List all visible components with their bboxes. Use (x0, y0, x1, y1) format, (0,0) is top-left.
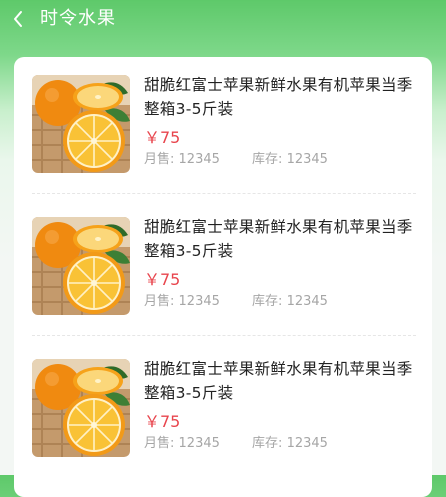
divider (32, 335, 416, 336)
sales-label: 月售: (144, 294, 175, 309)
product-item[interactable]: 甜脆红富士苹果新鲜水果有机苹果当季整箱3-5斤装 ￥75 月售: 12345 库… (14, 341, 432, 483)
product-meta: 月售: 12345 库存: 12345 (144, 292, 420, 312)
sales-value: 12345 (178, 152, 220, 167)
divider (32, 193, 416, 194)
sales-label: 月售: (144, 436, 175, 451)
product-price: ￥75 (144, 128, 181, 147)
sales-value: 12345 (178, 294, 220, 309)
back-button[interactable] (6, 6, 32, 32)
product-image (32, 75, 130, 173)
product-image (32, 217, 130, 315)
stock-label: 库存: (252, 436, 283, 451)
page-title: 时令水果 (40, 8, 116, 29)
sales-value: 12345 (178, 436, 220, 451)
product-price: ￥75 (144, 412, 181, 431)
header-bar: 时令水果 (0, 0, 446, 46)
stock-value: 12345 (286, 294, 328, 309)
sales-label: 月售: (144, 152, 175, 167)
product-title: 甜脆红富士苹果新鲜水果有机苹果当季整箱3-5斤装 (144, 360, 413, 402)
product-item[interactable]: 甜脆红富士苹果新鲜水果有机苹果当季整箱3-5斤装 ￥75 月售: 12345 库… (14, 199, 432, 341)
product-item[interactable]: 甜脆红富士苹果新鲜水果有机苹果当季整箱3-5斤装 ￥75 月售: 12345 库… (14, 57, 432, 199)
product-list: 甜脆红富士苹果新鲜水果有机苹果当季整箱3-5斤装 ￥75 月售: 12345 库… (14, 57, 432, 497)
product-title: 甜脆红富士苹果新鲜水果有机苹果当季整箱3-5斤装 (144, 218, 413, 260)
product-meta: 月售: 12345 库存: 12345 (144, 150, 420, 170)
stock-label: 库存: (252, 152, 283, 167)
chevron-left-icon (14, 11, 22, 27)
product-image (32, 359, 130, 457)
product-meta: 月售: 12345 库存: 12345 (144, 434, 420, 454)
product-price: ￥75 (144, 270, 181, 289)
stock-label: 库存: (252, 294, 283, 309)
stock-value: 12345 (286, 152, 328, 167)
product-title: 甜脆红富士苹果新鲜水果有机苹果当季整箱3-5斤装 (144, 76, 413, 118)
stock-value: 12345 (286, 436, 328, 451)
